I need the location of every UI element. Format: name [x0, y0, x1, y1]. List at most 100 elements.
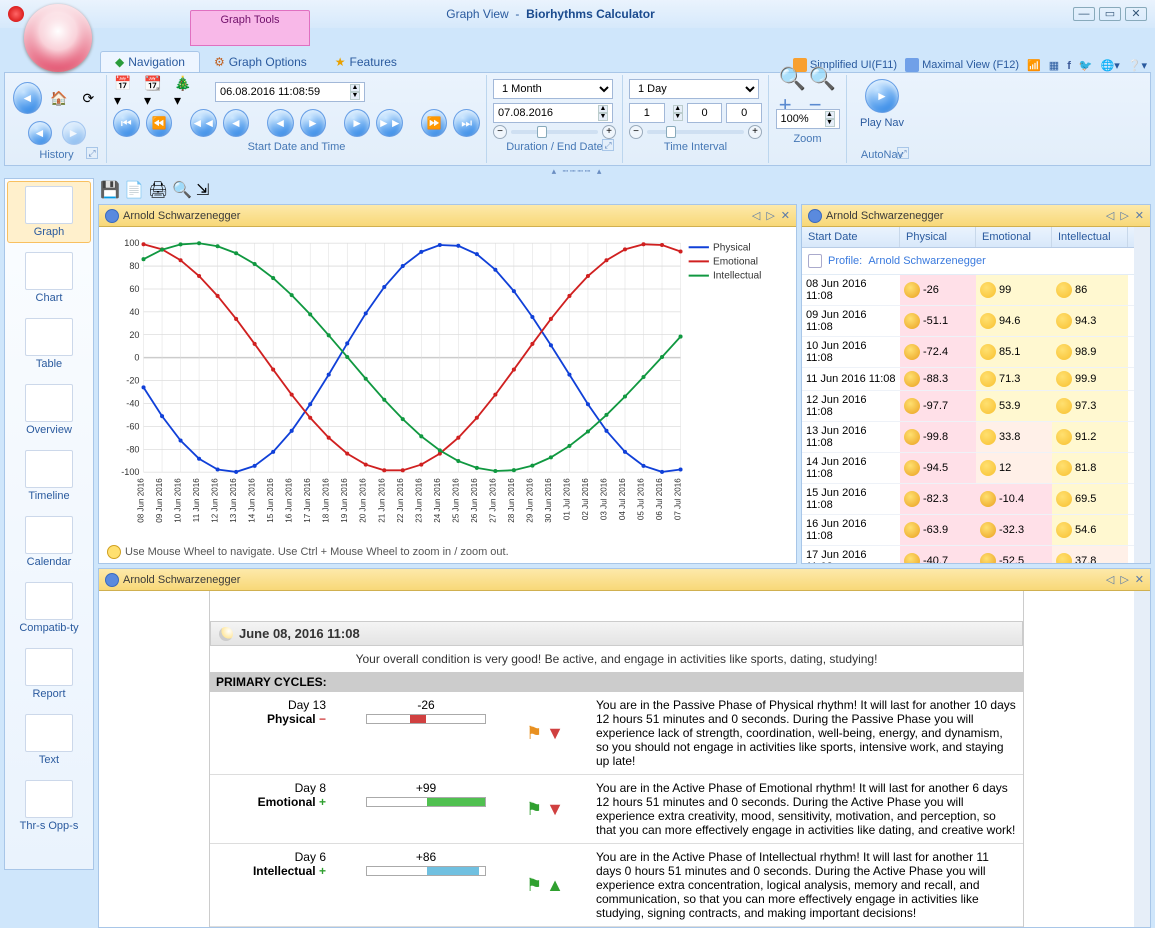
- nav-prev-fast[interactable]: ◄◄: [190, 109, 217, 137]
- ribbon-collapse-handle[interactable]: ▴ ┉┉┉┉ ▴: [0, 166, 1155, 174]
- history-back[interactable]: ◄: [28, 121, 52, 145]
- tab-graph-options[interactable]: ⚙Graph Options: [200, 52, 321, 72]
- table-header[interactable]: Intellectual: [1052, 227, 1128, 247]
- minimize-button[interactable]: —: [1073, 7, 1095, 21]
- leftnav-item-table[interactable]: Table: [7, 313, 91, 375]
- twitter-icon[interactable]: 🐦: [1079, 59, 1093, 72]
- leftnav-item-report[interactable]: Report: [7, 643, 91, 705]
- interval-inc[interactable]: +: [748, 125, 762, 139]
- nav-rewind[interactable]: ⏪: [146, 109, 173, 137]
- table-row[interactable]: 11 Jun 2016 11:08-88.371.399.9: [802, 368, 1134, 391]
- nav-next-fast[interactable]: ►►: [376, 109, 403, 137]
- history-back-large[interactable]: ◄: [13, 82, 42, 114]
- panel-prev[interactable]: ◁: [752, 209, 760, 222]
- panel-next[interactable]: ▷: [1120, 209, 1128, 222]
- profile-row[interactable]: Profile: Arnold Schwarzenegger: [802, 248, 1134, 275]
- zoom-in-icon[interactable]: 🔍+: [780, 79, 806, 105]
- leftnav-item-calendar[interactable]: Calendar: [7, 511, 91, 573]
- table-row[interactable]: 09 Jun 2016 11:08-51.194.694.3: [802, 306, 1134, 337]
- facebook-icon[interactable]: f: [1067, 60, 1071, 72]
- leftnav-item-chart[interactable]: Chart: [7, 247, 91, 309]
- autonav-expand[interactable]: ⤢: [897, 147, 909, 159]
- table-header[interactable]: Emotional: [976, 227, 1052, 247]
- data-table[interactable]: Start DatePhysicalEmotionalIntellectualP…: [802, 227, 1134, 563]
- panel-next[interactable]: ▷: [766, 209, 774, 222]
- copy-icon[interactable]: 📄: [124, 180, 142, 198]
- refresh-icon[interactable]: ⟳: [77, 85, 100, 111]
- contextual-tab-graph-tools[interactable]: Graph Tools: [190, 10, 310, 46]
- maximize-button[interactable]: ▭: [1099, 7, 1121, 21]
- table-row[interactable]: 12 Jun 2016 11:08-97.753.997.3: [802, 391, 1134, 422]
- nav-prev[interactable]: ◄: [267, 109, 294, 137]
- tab-features[interactable]: ★Features: [321, 52, 411, 72]
- table-row[interactable]: 16 Jun 2016 11:08-63.9-32.354.6: [802, 515, 1134, 546]
- app-orb[interactable]: [24, 4, 92, 72]
- date-picker-icon-2[interactable]: 📆▾: [143, 79, 169, 105]
- leftnav-item-graph[interactable]: Graph: [7, 181, 91, 243]
- interval-slider-thumb[interactable]: [666, 126, 676, 138]
- table-row[interactable]: 17 Jun 2016 11:08-40.7-52.537.8: [802, 546, 1134, 563]
- export-icon[interactable]: ⇲: [196, 180, 214, 198]
- table-header[interactable]: Start Date: [802, 227, 900, 247]
- date-picker-icon-3[interactable]: 🎄▾: [173, 79, 199, 105]
- table-row[interactable]: 14 Jun 2016 11:08-94.51281.8: [802, 453, 1134, 484]
- help-icon[interactable]: ❔▾: [1128, 59, 1147, 72]
- save-icon[interactable]: 💾: [100, 180, 118, 198]
- interval-dec[interactable]: −: [629, 125, 643, 139]
- panel-close[interactable]: ✕: [1135, 209, 1144, 222]
- interval-num-2[interactable]: 0: [687, 103, 723, 123]
- leftnav-item-thr-s opp-s[interactable]: Thr-s Opp-s: [7, 775, 91, 837]
- duration-dec[interactable]: −: [493, 125, 507, 139]
- zoom-out-icon[interactable]: 🔍−: [810, 79, 836, 105]
- print-icon[interactable]: 🖨: [148, 180, 166, 198]
- nav-first[interactable]: ⏮: [113, 109, 140, 137]
- rss-icon[interactable]: 📶: [1027, 59, 1041, 72]
- table-row[interactable]: 10 Jun 2016 11:08-72.485.198.9: [802, 337, 1134, 368]
- report-document[interactable]: June 08, 2016 11:08Your overall conditio…: [99, 591, 1134, 927]
- table-row[interactable]: 13 Jun 2016 11:08-99.833.891.2: [802, 422, 1134, 453]
- report-scrollbar[interactable]: [1134, 591, 1150, 927]
- interval-num-1[interactable]: 1: [629, 103, 665, 123]
- table-scrollbar[interactable]: [1134, 227, 1150, 563]
- biorhythm-chart[interactable]: -100-80-60-40-2002040608010008 Jun 20160…: [103, 231, 792, 537]
- tab-navigation[interactable]: ◆Navigation: [100, 51, 200, 72]
- table-header[interactable]: Physical: [900, 227, 976, 247]
- history-expand[interactable]: ⤢: [86, 147, 98, 159]
- nav-last[interactable]: ⏭: [453, 109, 480, 137]
- table-row[interactable]: 15 Jun 2016 11:08-82.3-10.469.5: [802, 484, 1134, 515]
- leftnav-item-overview[interactable]: Overview: [7, 379, 91, 441]
- interval-num-3[interactable]: 0: [726, 103, 762, 123]
- play-nav-button[interactable]: ►: [865, 79, 899, 113]
- unknown-icon[interactable]: ▦: [1049, 59, 1059, 72]
- end-date-input[interactable]: 07.08.2016▲▼: [493, 103, 613, 123]
- link-maximal-view[interactable]: Maximal View (F12): [905, 58, 1019, 72]
- home-icon[interactable]: 🏠: [48, 85, 71, 111]
- ribbon: ◄ 🏠 ⟳ ◄ ► History⤢ 📅▾ 📆▾ 🎄▾ 06.08.2016 1…: [4, 72, 1151, 166]
- interval-select[interactable]: 1 Day: [629, 79, 759, 99]
- panel-next[interactable]: ▷: [1120, 573, 1128, 586]
- duration-inc[interactable]: +: [602, 125, 616, 139]
- print-preview-icon[interactable]: 🔍: [172, 180, 190, 198]
- nav-prev-page[interactable]: ◄: [223, 109, 250, 137]
- panel-prev[interactable]: ◁: [1106, 209, 1114, 222]
- table-row[interactable]: 08 Jun 2016 11:08-269986: [802, 275, 1134, 306]
- duration-expand[interactable]: ⤢: [602, 139, 614, 151]
- nav-forward[interactable]: ⏩: [421, 109, 448, 137]
- hint-bulb-icon: [107, 545, 121, 559]
- close-button[interactable]: ✕: [1125, 7, 1147, 21]
- nav-next[interactable]: ►: [300, 109, 327, 137]
- panel-close[interactable]: ✕: [1135, 573, 1144, 586]
- date-picker-icon-1[interactable]: 📅▾: [113, 79, 139, 105]
- leftnav-item-text[interactable]: Text: [7, 709, 91, 771]
- nav-next-page[interactable]: ►: [344, 109, 371, 137]
- duration-select[interactable]: 1 Month: [493, 79, 613, 99]
- panel-close[interactable]: ✕: [781, 209, 790, 222]
- leftnav-item-compatib-ty[interactable]: Compatib-ty: [7, 577, 91, 639]
- panel-prev[interactable]: ◁: [1106, 573, 1114, 586]
- start-datetime-input[interactable]: 06.08.2016 11:08:59▲▼: [215, 82, 365, 102]
- globe-icon[interactable]: 🌐▾: [1101, 59, 1120, 72]
- duration-slider-thumb[interactable]: [537, 126, 547, 138]
- history-forward[interactable]: ►: [62, 121, 86, 145]
- zoom-value[interactable]: 100%▲▼: [776, 109, 840, 129]
- leftnav-item-timeline[interactable]: Timeline: [7, 445, 91, 507]
